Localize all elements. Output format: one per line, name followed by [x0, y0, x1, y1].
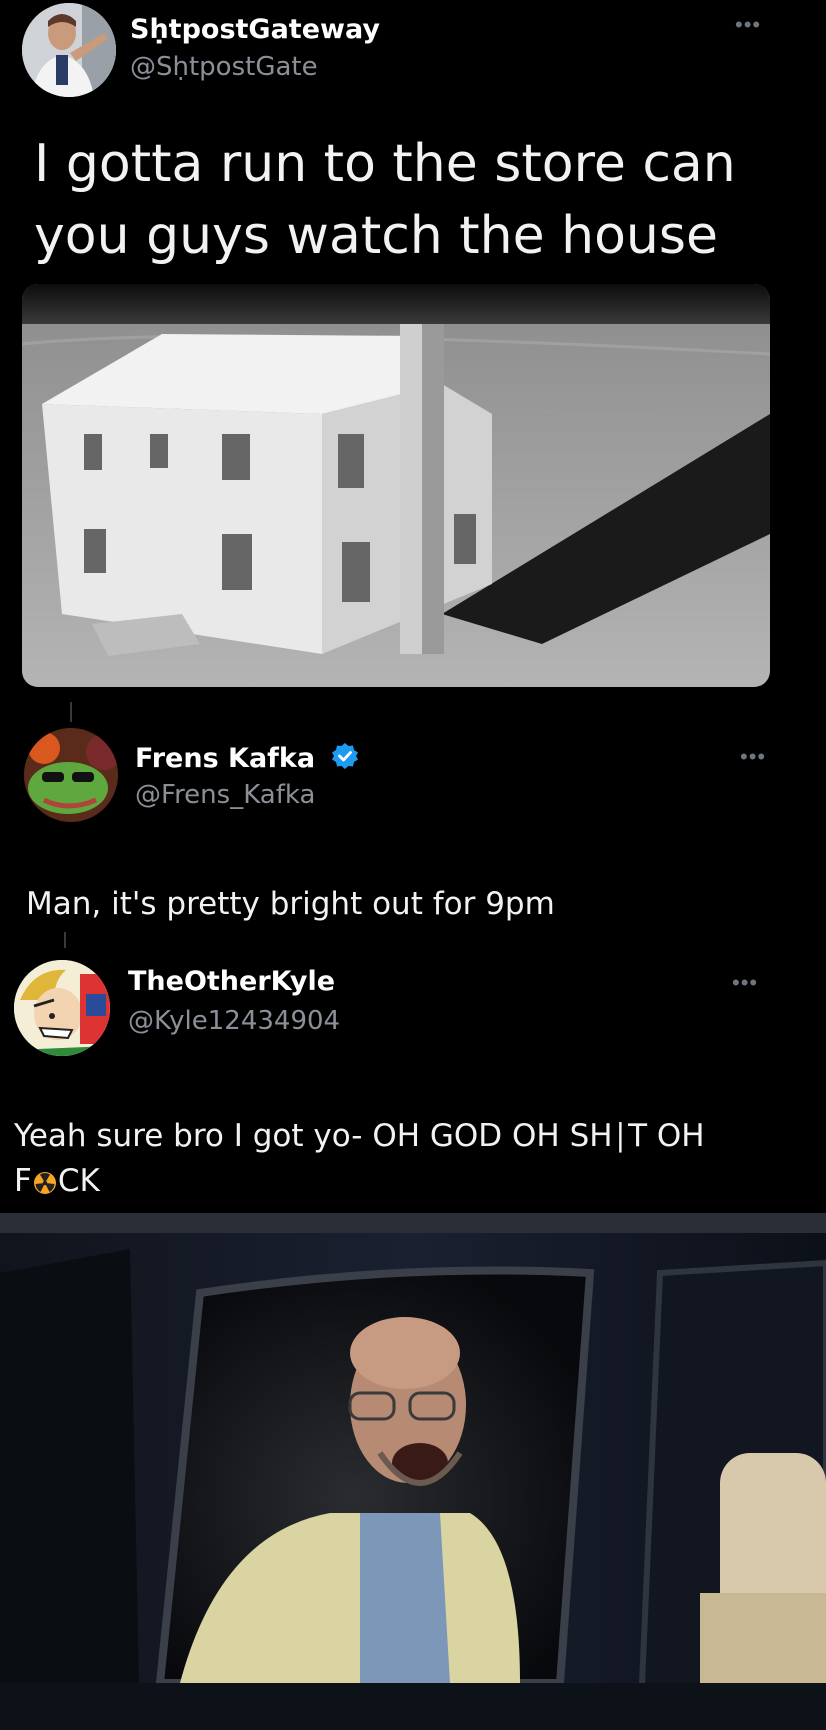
thread-connector	[70, 702, 72, 722]
avatar-shitpostgateway[interactable]	[22, 3, 116, 97]
tweet-text-fragment: F	[14, 1163, 32, 1199]
tweet-text-line: F CK	[14, 1159, 804, 1208]
tweet-shitpostgateway: SḥtpostGateway @SḥtpostGate ••• I gott…	[0, 0, 826, 690]
thread-connector	[64, 932, 66, 948]
display-name-text[interactable]: Frens Kafka	[135, 743, 315, 774]
tweet-frens-kafka: Frens Kafka @Frens_Kafka ••• Man, it's p…	[0, 720, 826, 930]
more-horizontal-icon[interactable]: •••	[735, 14, 761, 36]
tweet-text: I gotta run to the store can you guys wa…	[34, 134, 736, 266]
avatar-frens-kafka[interactable]	[24, 728, 118, 822]
display-name[interactable]: TheOtherKyle	[128, 966, 335, 997]
more-horizontal-icon[interactable]: •••	[740, 746, 766, 768]
user-handle[interactable]: @SḥtpostGate	[130, 52, 318, 82]
verified-badge-icon	[331, 742, 359, 777]
radiation-emoji-icon	[33, 1163, 57, 1208]
user-handle[interactable]: @Kyle12434904	[128, 1006, 340, 1036]
house-photo[interactable]	[22, 284, 770, 687]
display-name[interactable]: SḥtpostGateway	[130, 14, 380, 45]
tweet-text-fragment: CK	[57, 1163, 100, 1199]
avatar-theotherkyle[interactable]	[14, 960, 110, 1056]
display-name: Frens Kafka	[135, 742, 359, 777]
user-handle[interactable]: @Frens_Kafka	[135, 780, 315, 810]
tweet-text: Yeah sure bro I got yo- OH GOD OH SH∣T O…	[14, 1114, 804, 1208]
tweet-text: Man, it's pretty bright out for 9pm	[26, 886, 555, 922]
car-window-reaction-image[interactable]	[0, 1213, 826, 1730]
tweet-text-line: Yeah sure bro I got yo- OH GOD OH SH∣T O…	[14, 1118, 705, 1154]
tweet-theotherkyle: TheOtherKyle @Kyle12434904 ••• Yeah sure…	[0, 948, 826, 1208]
more-horizontal-icon[interactable]: •••	[732, 972, 758, 994]
